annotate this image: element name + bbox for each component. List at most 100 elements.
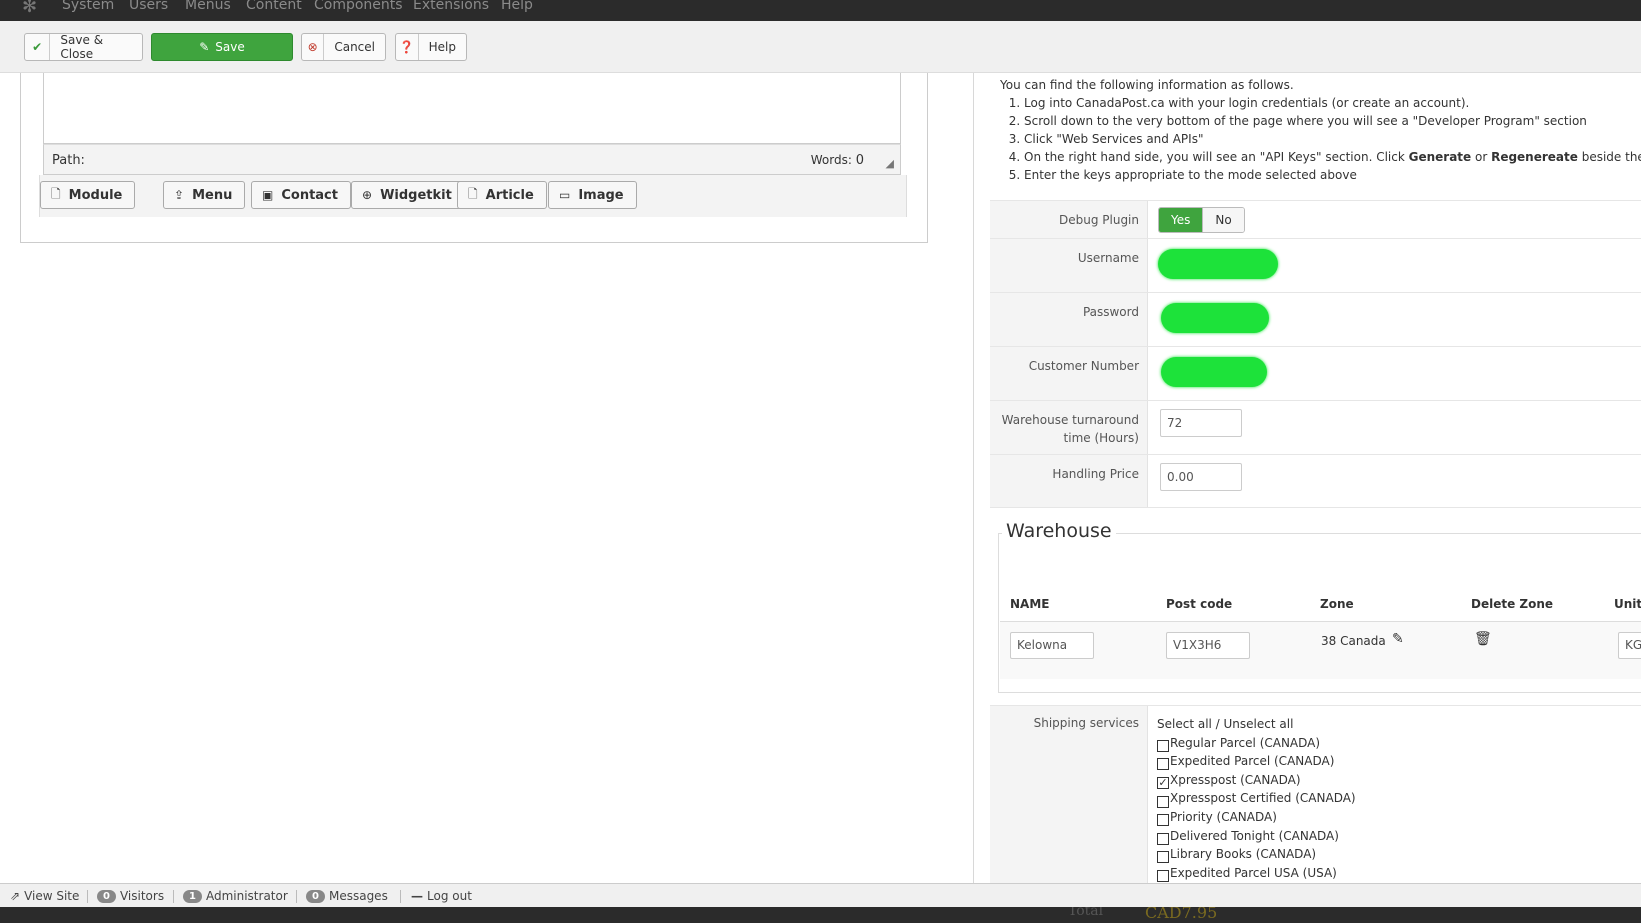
checkbox[interactable]: [1157, 832, 1169, 845]
col-delete-zone: Delete Zone: [1471, 597, 1554, 611]
shipping-service-item[interactable]: Expedited Parcel USA (USA): [1157, 864, 1356, 883]
menu-extensions[interactable]: Extensions: [413, 0, 489, 13]
checkbox[interactable]: [1157, 758, 1169, 771]
cancel-button[interactable]: ⊗ Cancel: [301, 33, 386, 61]
minus-icon: —: [411, 889, 423, 903]
save-close-button[interactable]: ✔ Save & Close: [24, 33, 143, 61]
trash-icon[interactable]: 🗑: [1474, 631, 1492, 647]
article-button[interactable]: 🗋 Article: [457, 181, 547, 209]
warehouse-name-input[interactable]: Kelowna: [1010, 632, 1094, 659]
password-field-redacted[interactable]: [1161, 303, 1269, 333]
module-button[interactable]: 🗋 Module: [40, 181, 136, 209]
menu-menus[interactable]: Menus: [185, 0, 231, 13]
username-row: Username: [990, 238, 1641, 292]
debug-plugin-row: Debug Plugin Yes No: [990, 200, 1641, 238]
instructions-intro: You can find the following information a…: [1000, 78, 1294, 92]
customer-number-label: Customer Number: [990, 347, 1148, 400]
username-field-redacted[interactable]: [1158, 249, 1278, 279]
check-icon: ✔: [25, 34, 51, 60]
path-label: Path:: [52, 153, 85, 168]
joomla-logo-icon[interactable]: ✻: [22, 0, 37, 17]
pencil-icon[interactable]: ✎: [1392, 631, 1404, 647]
widgetkit-button[interactable]: ⊕ Widgetkit: [351, 181, 465, 209]
select-all-link[interactable]: Select all / Unselect all: [1157, 715, 1356, 734]
file-add-icon: 🗋: [468, 186, 478, 201]
shipping-services-label: Shipping services: [990, 706, 1148, 886]
instruction-step: Scroll down to the very bottom of the pa…: [1024, 112, 1641, 130]
instruction-step: Click "Web Services and APIs": [1024, 130, 1641, 148]
help-button[interactable]: ❓ Help: [395, 33, 467, 61]
debug-plugin-label: Debug Plugin: [990, 201, 1148, 238]
question-icon: ❓: [396, 34, 419, 60]
external-link-icon: ⇗: [10, 889, 21, 903]
logout-link[interactable]: — Log out: [411, 889, 472, 903]
warehouse-unit-select[interactable]: KG: [1618, 632, 1641, 659]
turnaround-input[interactable]: 72: [1160, 409, 1242, 437]
username-label: Username: [990, 239, 1148, 292]
shipping-service-item[interactable]: Delivered Tonight (CANADA): [1157, 827, 1356, 846]
checkbox-checked[interactable]: ✓: [1157, 777, 1169, 790]
edit-icon: ✎: [199, 40, 210, 54]
customer-number-field-redacted[interactable]: [1161, 357, 1267, 387]
shipping-service-item[interactable]: Priority (CANADA): [1157, 808, 1356, 827]
save-button[interactable]: ✎ Save: [151, 33, 293, 61]
contact-icon: ▣: [262, 188, 274, 202]
menu-components[interactable]: Components: [314, 0, 403, 13]
messages-status[interactable]: 0 Messages: [306, 889, 388, 903]
share-icon: ⇪: [174, 188, 185, 202]
menu-help[interactable]: Help: [501, 0, 533, 13]
warehouse-zone: 38 Canada: [1321, 634, 1386, 648]
checkbox[interactable]: [1157, 795, 1169, 808]
debug-yes-option[interactable]: Yes: [1159, 208, 1203, 232]
shipping-service-item[interactable]: Xpresspost Certified (CANADA): [1157, 789, 1356, 808]
shipping-service-item[interactable]: ✓ Xpresspost (CANADA): [1157, 771, 1356, 790]
checkbox[interactable]: [1157, 739, 1169, 752]
background-total-label: Total: [1068, 907, 1104, 919]
warehouse-postcode-input[interactable]: V1X3H6: [1166, 632, 1250, 659]
menu-system[interactable]: System: [62, 0, 114, 13]
turnaround-label: Warehouse turnaround time (Hours): [990, 401, 1148, 454]
checkbox[interactable]: [1157, 814, 1169, 827]
admin-menu-bar: ✻ System Users Menus Content Components …: [0, 0, 1641, 21]
shipping-service-item[interactable]: Expedited Parcel (CANADA): [1157, 752, 1356, 771]
file-add-icon: 🗋: [51, 186, 61, 201]
image-icon: ▭: [559, 188, 571, 202]
editor-buttons: 🗋 Module ⇪ Menu ▣ Contact ⊕ Widgetkit 🗋 Artic…: [39, 175, 907, 217]
shipping-services-list: Select all / Unselect all Regular Parcel…: [1157, 715, 1356, 883]
handling-price-row: Handling Price 0.00: [990, 454, 1641, 508]
shipping-service-item[interactable]: Library Books (CANADA): [1157, 845, 1356, 864]
col-zone: Zone: [1320, 597, 1354, 611]
background-total-value: CAD7.95: [1145, 907, 1218, 922]
instruction-step: Log into CanadaPost.ca with your login c…: [1024, 94, 1641, 112]
shipping-services-row: Shipping services Select all / Unselect …: [990, 705, 1641, 886]
menu-content[interactable]: Content: [246, 0, 302, 13]
contact-button[interactable]: ▣ Contact: [251, 181, 351, 209]
shipping-service-item[interactable]: Regular Parcel (CANADA): [1157, 734, 1356, 753]
handling-price-input[interactable]: 0.00: [1160, 463, 1242, 491]
turnaround-row: Warehouse turnaround time (Hours) 72: [990, 400, 1641, 454]
password-label: Password: [990, 293, 1148, 346]
customer-number-row: Customer Number: [990, 346, 1641, 400]
editor-content-area[interactable]: [43, 73, 901, 144]
plus-circle-icon: ⊕: [362, 188, 373, 202]
visitors-status[interactable]: 0 Visitors: [97, 889, 164, 903]
view-site-link[interactable]: ⇗ View Site: [10, 889, 79, 903]
checkbox[interactable]: [1157, 851, 1169, 864]
status-bar: ⇗ View Site 0 Visitors 1 Administrator 0 Mes…: [0, 883, 1641, 907]
image-button[interactable]: ▭ Image: [548, 181, 637, 209]
handling-price-label: Handling Price: [990, 455, 1148, 507]
administrator-status[interactable]: 1 Administrator: [183, 889, 288, 903]
resize-handle-icon[interactable]: ◢: [886, 157, 894, 170]
word-count: Words: 0: [810, 153, 864, 168]
bottom-bar: Total CAD7.95: [0, 907, 1641, 923]
menu-button[interactable]: ⇪ Menu: [163, 181, 246, 209]
menu-users[interactable]: Users: [129, 0, 168, 13]
debug-no-option[interactable]: No: [1202, 208, 1244, 232]
col-post-code: Post code: [1166, 597, 1233, 611]
warehouse-row: [1000, 622, 1641, 679]
checkbox[interactable]: [1157, 870, 1169, 883]
instruction-step: Enter the keys appropriate to the mode s…: [1024, 166, 1641, 184]
col-unit: Unit: [1614, 597, 1641, 611]
password-row: Password: [990, 292, 1641, 346]
toolbar: ✔ Save & Close ✎ Save ⊗ Cancel ❓ Help: [0, 21, 1641, 73]
